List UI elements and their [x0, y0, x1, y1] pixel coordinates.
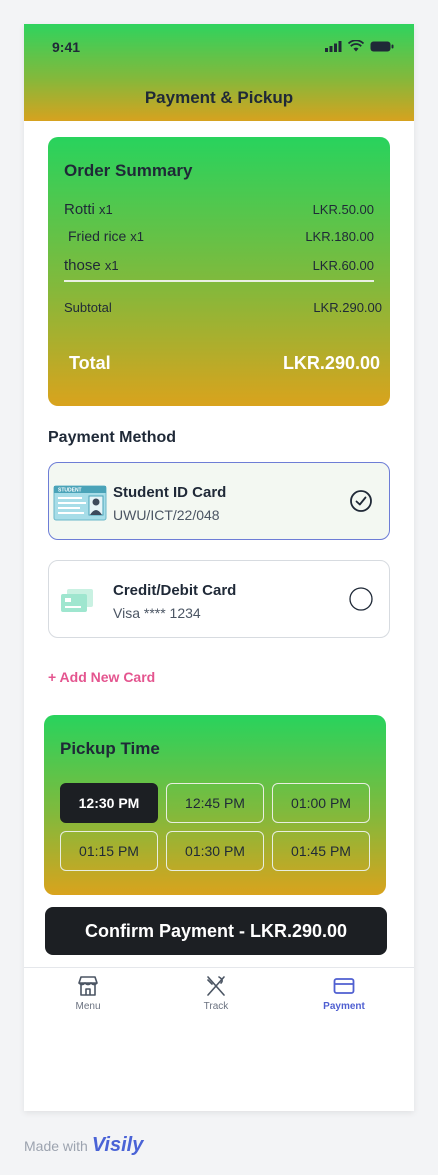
store-icon — [78, 976, 98, 996]
time-slot[interactable]: 01:15 PM — [60, 831, 158, 871]
wifi-icon — [348, 40, 364, 52]
payment-method-name: Student ID Card — [113, 484, 227, 501]
order-summary-title: Order Summary — [64, 161, 193, 180]
subtotal-value: LKR.290.00 — [313, 300, 382, 315]
tab-payment[interactable]: Payment — [299, 974, 389, 1012]
item-qty: x1 — [104, 258, 119, 273]
tab-label: Track — [203, 1001, 229, 1012]
phone-screen: 9:41 Payment & Pickup Order Summary Rott… — [24, 24, 414, 1111]
time-slot[interactable]: 01:00 PM — [272, 783, 370, 823]
radio-empty-icon[interactable] — [349, 587, 373, 611]
summary-divider — [64, 280, 374, 282]
status-icons — [325, 40, 394, 52]
tab-label: Menu — [75, 1001, 101, 1012]
total-row: Total LKR.290.00 — [69, 353, 380, 374]
item-qty: x1 — [130, 229, 144, 244]
tab-label: Payment — [323, 1001, 365, 1012]
subtotal-row: Subtotal LKR.290.00 — [64, 300, 382, 315]
item-name: those — [64, 257, 101, 274]
item-name: Fried rice — [68, 228, 127, 244]
item-price: LKR.180.00 — [305, 229, 374, 244]
page-title: Payment & Pickup — [144, 88, 294, 107]
item-qty: x1 — [99, 202, 113, 217]
subtotal-label: Subtotal — [64, 300, 112, 315]
order-item: those x1 LKR.60.00 — [64, 257, 380, 274]
status-time: 9:41 — [52, 39, 81, 55]
made-with-badge[interactable]: Made with Visily — [24, 1134, 143, 1157]
order-item: Rotti x1 LKR.50.00 — [64, 201, 380, 218]
bottom-tab-bar: Menu Track Payment — [24, 967, 414, 1027]
time-slot[interactable]: 12:30 PM — [60, 783, 158, 823]
check-circle-icon[interactable] — [349, 489, 373, 513]
order-item: Fried rice x1 LKR.180.00 — [68, 228, 380, 244]
total-label: Total — [69, 353, 111, 373]
time-slot[interactable]: 01:45 PM — [272, 831, 370, 871]
pickup-time-title: Pickup Time — [60, 739, 160, 758]
payment-method-detail: Visa **** 1234 — [113, 605, 201, 621]
pickup-time-card: Pickup Time 12:30 PM 12:45 PM 01:00 PM 0… — [44, 715, 386, 895]
top-bar: 9:41 Payment & Pickup — [24, 24, 414, 121]
item-price: LKR.50.00 — [312, 202, 374, 217]
add-new-card-link[interactable]: + Add New Card — [48, 669, 155, 685]
total-value: LKR.290.00 — [282, 353, 380, 373]
svg-text:STUDENT: STUDENT — [58, 488, 82, 494]
signal-icon — [325, 40, 342, 52]
tab-menu[interactable]: Menu — [43, 974, 133, 1012]
payment-method-name: Credit/Debit Card — [113, 582, 237, 599]
battery-icon — [370, 41, 394, 51]
tab-track[interactable]: Track — [171, 974, 261, 1012]
credit-card-icon — [61, 589, 93, 612]
item-price: LKR.60.00 — [312, 258, 374, 273]
payment-method-title: Payment Method — [48, 429, 177, 446]
visily-logo: Visily — [91, 1134, 144, 1156]
time-slot[interactable]: 01:30 PM — [166, 831, 264, 871]
card-icon — [333, 978, 355, 994]
payment-method-detail: UWU/ICT/22/048 — [113, 507, 220, 523]
order-summary-card: Order Summary Rotti x1 LKR.50.00 Fried r… — [48, 137, 390, 406]
confirm-payment-button[interactable]: Confirm Payment - LKR.290.00 — [45, 907, 387, 955]
payment-option-student-id[interactable]: STUDENT Student ID Card UWU/ICT/22/048 — [48, 462, 390, 540]
made-with-text: Made with — [24, 1137, 88, 1154]
id-card-icon: STUDENT — [53, 485, 107, 521]
utensils-icon — [207, 976, 225, 996]
time-slot[interactable]: 12:45 PM — [166, 783, 264, 823]
item-name: Rotti — [64, 201, 95, 218]
payment-option-credit-card[interactable]: Credit/Debit Card Visa **** 1234 — [48, 560, 390, 638]
